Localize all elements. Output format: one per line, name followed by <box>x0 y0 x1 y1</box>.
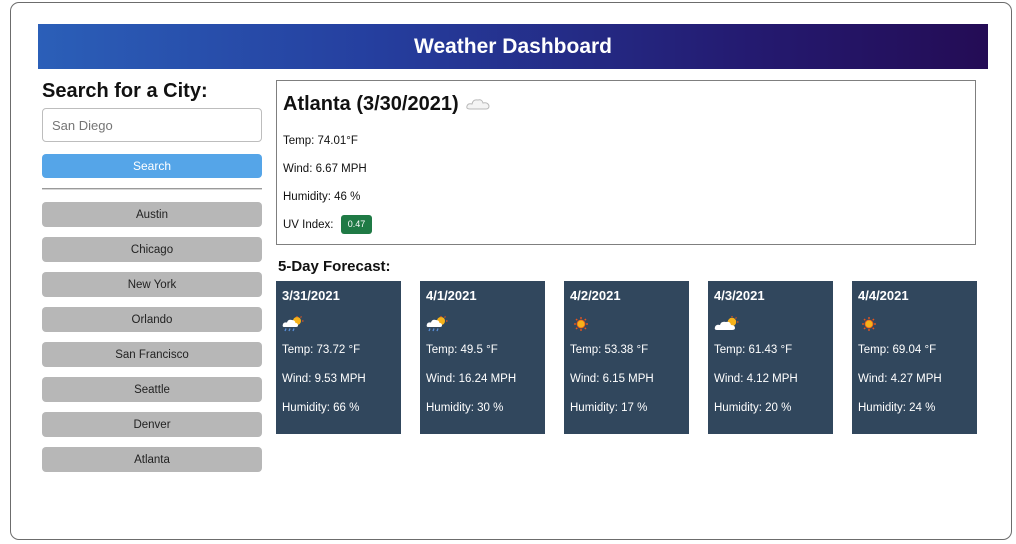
forecast-humidity: Humidity: 66 % <box>282 402 360 414</box>
forecast-humidity: Humidity: 30 % <box>426 402 504 414</box>
forecast-wind: Wind: 16.24 MPH <box>426 373 517 385</box>
city-history-list: Austin Chicago New York Orlando San Fran… <box>42 202 262 472</box>
sidebar-divider <box>42 188 262 190</box>
cloud-sun-icon <box>714 312 827 336</box>
current-temp: Temp: 74.01°F <box>283 135 358 147</box>
forecast-wind: Wind: 4.12 MPH <box>714 373 798 385</box>
city-button-new-york[interactable]: New York <box>42 272 262 297</box>
rain-sun-icon <box>426 312 539 336</box>
city-button-san-francisco[interactable]: San Francisco <box>42 342 262 367</box>
forecast-card: 4/1/2021 Temp: 49.5 °F Wind: 16.24 MPH H… <box>420 281 545 434</box>
city-button-denver[interactable]: Denver <box>42 412 262 437</box>
search-sidebar: Search for a City: Search Austin Chicago… <box>42 78 262 482</box>
sun-icon <box>570 312 683 336</box>
current-weather-panel: Atlanta (3/30/2021) Temp: 74.01°F Wind: … <box>276 80 976 245</box>
forecast-temp: Temp: 73.72 °F <box>282 344 361 356</box>
forecast-temp: Temp: 53.38 °F <box>570 344 649 356</box>
city-button-chicago[interactable]: Chicago <box>42 237 262 262</box>
current-city-date: Atlanta (3/30/2021) <box>283 93 459 115</box>
forecast-humidity: Humidity: 24 % <box>858 402 936 414</box>
current-humidity: Humidity: 46 % <box>283 191 361 203</box>
forecast-humidity: Humidity: 17 % <box>570 402 648 414</box>
forecast-card: 4/3/2021 Temp: 61.43 °F Wind: 4.12 MPH H… <box>708 281 833 434</box>
current-wind: Wind: 6.67 MPH <box>283 163 367 175</box>
search-button[interactable]: Search <box>42 154 262 178</box>
forecast-card: 4/4/2021 Temp: 69.04 °F Wind: 4.27 MPH H… <box>852 281 977 434</box>
forecast-wind: Wind: 9.53 MPH <box>282 373 366 385</box>
forecast-wind: Wind: 6.15 MPH <box>570 373 654 385</box>
forecast-date: 4/1/2021 <box>426 288 477 303</box>
cloud-icon <box>465 98 490 110</box>
city-button-atlanta[interactable]: Atlanta <box>42 447 262 472</box>
search-heading: Search for a City: <box>42 80 208 102</box>
forecast-date: 3/31/2021 <box>282 288 340 303</box>
app-header: Weather Dashboard <box>38 24 988 69</box>
city-search-input[interactable] <box>42 108 262 142</box>
forecast-card: 3/31/2021 Temp: 73.72 °F Wind: 9.53 MPH … <box>276 281 401 434</box>
city-button-austin[interactable]: Austin <box>42 202 262 227</box>
current-weather-heading: Atlanta (3/30/2021) <box>283 91 975 117</box>
forecast-temp: Temp: 61.43 °F <box>714 344 793 356</box>
forecast-date: 4/2/2021 <box>570 288 621 303</box>
forecast-card: 4/2/2021 Temp: 53.38 °F Wind: 6.15 MPH H… <box>564 281 689 434</box>
sun-icon <box>858 312 971 336</box>
city-button-orlando[interactable]: Orlando <box>42 307 262 332</box>
current-uv-row: UV Index: 0.47 <box>283 211 975 239</box>
rain-sun-icon <box>282 312 395 336</box>
forecast-temp: Temp: 49.5 °F <box>426 344 498 356</box>
app-title: Weather Dashboard <box>414 34 612 58</box>
forecast-date: 4/3/2021 <box>714 288 765 303</box>
forecast-humidity: Humidity: 20 % <box>714 402 792 414</box>
forecast-date: 4/4/2021 <box>858 288 909 303</box>
forecast-temp: Temp: 69.04 °F <box>858 344 937 356</box>
forecast-wind: Wind: 4.27 MPH <box>858 373 942 385</box>
uv-index-badge: 0.47 <box>340 215 373 235</box>
forecast-heading: 5-Day Forecast: <box>278 258 391 275</box>
city-button-seattle[interactable]: Seattle <box>42 377 262 402</box>
uv-label: UV Index: <box>283 219 334 231</box>
